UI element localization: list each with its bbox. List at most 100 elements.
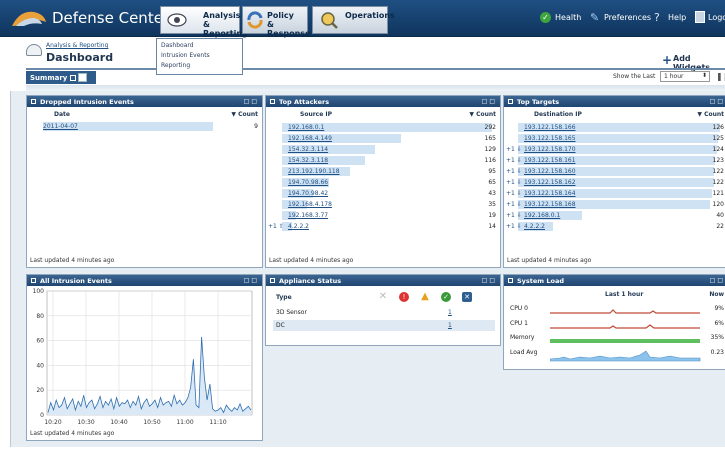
metric-now: 35%: [710, 334, 724, 341]
column-header-date[interactable]: Date: [54, 111, 70, 118]
expand-icon[interactable]: +1 ⇧: [268, 223, 284, 230]
widget-controls-icon[interactable]: □□: [710, 277, 725, 284]
expand-icon[interactable]: +1 ⇩: [506, 223, 522, 230]
expand-icon[interactable]: +1 ⇩: [506, 179, 522, 186]
ip-link[interactable]: 154.32.3.114: [288, 146, 328, 153]
widget-header[interactable]: All Intrusion Events □□: [27, 275, 262, 286]
ip-link[interactable]: 193.122.158.164: [524, 190, 576, 197]
column-header-count[interactable]: ▼ Count: [469, 111, 496, 118]
widget-controls-icon[interactable]: □□: [710, 98, 725, 105]
ip-link[interactable]: 4.2.2.2: [524, 223, 545, 230]
count-value: 22: [716, 223, 724, 230]
count-value: 14: [488, 223, 496, 230]
count-value: 129: [484, 146, 496, 153]
appliance-count-link[interactable]: 1: [448, 309, 452, 316]
column-header-destination-ip[interactable]: Destination IP: [534, 111, 582, 118]
tab-menu-button[interactable]: [78, 73, 88, 82]
ip-link[interactable]: 192.168.4.178: [288, 201, 332, 208]
count-value: 19: [488, 212, 496, 219]
expand-icon[interactable]: +1 ⇩: [506, 157, 522, 164]
time-range-select[interactable]: 1 hour ⬍: [660, 71, 710, 82]
table-row: 194.70.98.66 65: [266, 177, 500, 188]
tab-summary[interactable]: Summary: [26, 71, 96, 84]
widget-header[interactable]: System Load □□: [504, 275, 725, 286]
count-value: 124: [712, 146, 724, 153]
ip-link[interactable]: 4.2.2.2: [288, 223, 309, 230]
widget-top-targets: Top Targets □□ Destination IP ▼ Count 193…: [503, 95, 725, 268]
breadcrumb[interactable]: Analysis & Reporting: [46, 42, 108, 49]
ip-link[interactable]: 213.192.190.118: [288, 168, 340, 175]
widget-controls-icon[interactable]: □□: [244, 277, 259, 284]
widget-controls-icon[interactable]: □□: [482, 98, 497, 105]
tab-policy-response[interactable]: Policy & Response: [242, 6, 310, 38]
table-row: +1 ⇩ 4.2.2.2 22: [504, 221, 725, 232]
table-row: 194.70.98.42 43: [266, 188, 500, 199]
date-link[interactable]: 2011-04-07: [43, 123, 78, 130]
count-value: 126: [712, 124, 724, 131]
expand-icon[interactable]: +1 ⇩: [506, 168, 522, 175]
load-avg-sparkline: [550, 350, 701, 362]
ip-link[interactable]: 193.122.158.165: [524, 135, 576, 142]
health-link[interactable]: Health: [555, 13, 581, 22]
ip-link[interactable]: 194.70.98.42: [288, 190, 328, 197]
expand-icon[interactable]: +1 ⇩: [506, 201, 522, 208]
dashboard-gauge-icon: [26, 44, 42, 56]
ip-link[interactable]: 193.122.158.160: [524, 168, 576, 175]
tab-analysis-reporting[interactable]: Analysis & Reporting: [160, 6, 248, 38]
metric-label: CPU 0: [510, 305, 528, 312]
widget-title: All Intrusion Events: [40, 277, 112, 285]
column-header-count[interactable]: ▼ Count: [231, 111, 258, 118]
expand-icon[interactable]: +1 ⇩: [506, 146, 522, 153]
table-row: 192.168.0.1 292: [266, 122, 500, 133]
column-header-source-ip[interactable]: Source IP: [300, 111, 332, 118]
metric-label: Load Avg: [510, 349, 538, 356]
pause-icon[interactable]: ❚❚: [716, 72, 725, 81]
expand-icon[interactable]: +1 ⇩: [506, 212, 522, 219]
menu-item-intrusion-events[interactable]: Intrusion Events: [161, 51, 238, 61]
widget-controls-icon[interactable]: □□: [244, 98, 259, 105]
widget-header[interactable]: Top Targets □□: [504, 96, 725, 107]
ip-link[interactable]: 192.168.3.77: [288, 212, 328, 219]
logout-link[interactable]: Logo: [708, 13, 725, 22]
tab-label-line2: Response: [267, 29, 311, 38]
expand-icon[interactable]: +1 ⇩: [506, 190, 522, 197]
widget-header[interactable]: Appliance Status □□: [266, 275, 500, 286]
check-circle-icon: ✓: [540, 12, 551, 23]
widget-header[interactable]: Dropped Intrusion Events □□: [27, 96, 262, 107]
metric-label: CPU 1: [510, 320, 528, 327]
ip-link[interactable]: 193.122.158.161: [524, 157, 576, 164]
ip-link[interactable]: 154.32.3.118: [288, 157, 328, 164]
ip-link[interactable]: 192.168.0.1: [288, 124, 324, 131]
table-row: +1 ⇧ 4.2.2.2 14: [266, 221, 500, 232]
widget-controls-icon[interactable]: □□: [482, 277, 497, 284]
table-row: +1 ⇩ 193.122.158.170 124: [504, 144, 725, 155]
table-row: +1 ⇩ 193.122.158.164 121: [504, 188, 725, 199]
ip-link[interactable]: 193.122.158.162: [524, 179, 576, 186]
ip-link[interactable]: 193.122.158.166: [524, 124, 576, 131]
ip-link[interactable]: 192.168.4.149: [288, 135, 332, 142]
ip-link[interactable]: 192.168.0.1: [524, 212, 560, 219]
column-header-count[interactable]: ▼ Count: [697, 111, 724, 118]
widget-title: Dropped Intrusion Events: [40, 98, 134, 106]
refresh-arrows-icon: [247, 11, 263, 29]
column-header-type[interactable]: Type: [276, 294, 292, 301]
widget-header[interactable]: Top Attackers □□: [266, 96, 500, 107]
x-tick-label: 10:50: [143, 419, 160, 426]
table-row: +1 ⇩ 193.122.158.160 122: [504, 166, 725, 177]
tab-label-line2: Reporting: [203, 29, 248, 38]
appliance-count-link[interactable]: 1: [448, 322, 452, 329]
ip-link[interactable]: 193.122.158.168: [524, 201, 576, 208]
tab-label: Operations: [345, 11, 395, 20]
preferences-link[interactable]: Preferences: [604, 13, 651, 22]
last-updated: Last updated 4 minutes ago: [30, 430, 115, 437]
last-updated: Last updated 4 minutes ago: [507, 257, 592, 264]
appliance-type: 3D Sensor: [276, 309, 307, 316]
menu-item-dashboard[interactable]: Dashboard: [161, 41, 238, 51]
ip-link[interactable]: 194.70.98.66: [288, 179, 328, 186]
tab-operations[interactable]: Operations: [312, 6, 395, 34]
help-link[interactable]: Help: [668, 13, 686, 22]
menu-item-reporting[interactable]: Reporting: [161, 61, 238, 71]
y-tick-label: 100: [33, 288, 45, 295]
app-title: Defense Center: [52, 9, 170, 27]
ip-link[interactable]: 193.122.158.170: [524, 146, 576, 153]
